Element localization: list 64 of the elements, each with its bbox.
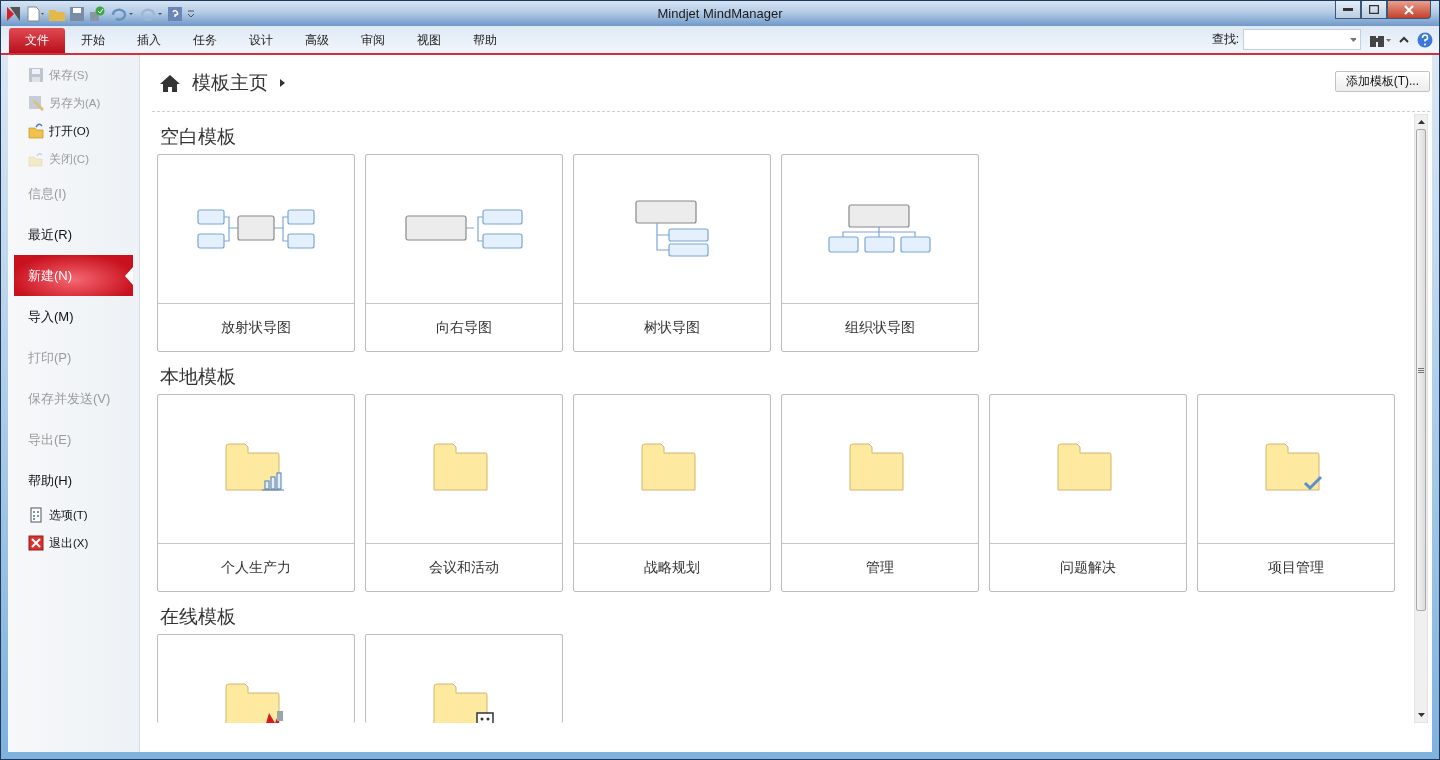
- ribbon-tab[interactable]: 插入: [121, 28, 177, 53]
- customize-caret-icon[interactable]: [187, 8, 195, 19]
- menu-command[interactable]: 打开(O): [8, 117, 139, 145]
- breadcrumb: 模板主页: [192, 71, 268, 95]
- close-icon: [28, 535, 44, 551]
- options-icon: [28, 507, 44, 523]
- menu-section[interactable]: 导入(M): [14, 296, 133, 337]
- minimize-icon: [1343, 7, 1353, 12]
- ribbon-tab[interactable]: 设计: [233, 28, 289, 53]
- template-card[interactable]: 向右导图: [365, 154, 563, 352]
- add-template-button[interactable]: 添加模板(T)...: [1334, 70, 1430, 92]
- folder-icon: [433, 683, 495, 723]
- ribbon-tab[interactable]: 任务: [177, 28, 233, 53]
- section-title: 在线模板: [159, 605, 237, 629]
- ribbon-tab[interactable]: 文件: [9, 28, 65, 53]
- ribbon-tab[interactable]: 审阅: [345, 28, 401, 53]
- search-label: 查找:: [1211, 31, 1239, 48]
- template-card[interactable]: 会议和活动: [365, 394, 563, 592]
- checkmark-icon[interactable]: [89, 5, 105, 22]
- section-title: 空白模板: [159, 125, 237, 149]
- section-title: 本地模板: [159, 365, 237, 389]
- scroll-thumb[interactable]: [1416, 129, 1426, 611]
- grip-icon: [1418, 367, 1424, 373]
- template-card[interactable]: 组织状导图: [781, 154, 979, 352]
- menu-command[interactable]: 选项(T): [8, 501, 139, 529]
- ribbon-tab[interactable]: 视图: [401, 28, 457, 53]
- folder-icon: [28, 123, 44, 139]
- scroll-down-icon[interactable]: [1417, 713, 1425, 717]
- template-card[interactable]: 问题解决: [989, 394, 1187, 592]
- dropdown-caret-icon[interactable]: [1349, 37, 1356, 42]
- scroll-up-icon[interactable]: [1417, 120, 1425, 124]
- caret-icon[interactable]: [280, 79, 285, 87]
- menu-section[interactable]: 最近(R): [14, 214, 133, 255]
- home-icon[interactable]: [160, 74, 180, 92]
- template-card[interactable]: 战略规划: [573, 394, 771, 592]
- save-as-icon: [28, 95, 44, 111]
- close-icon: [1404, 4, 1414, 15]
- help-icon[interactable]: [168, 6, 182, 21]
- maximize-button[interactable]: [1361, 1, 1387, 19]
- maximize-icon: [1369, 5, 1379, 14]
- scrollbar[interactable]: [1414, 114, 1428, 723]
- template-card[interactable]: 个人生产力: [157, 394, 355, 592]
- close-button[interactable]: [1387, 1, 1431, 19]
- template-card[interactable]: 管理: [781, 394, 979, 592]
- ribbon-tab[interactable]: 帮助: [457, 28, 513, 53]
- collapse-ribbon-icon[interactable]: [1399, 35, 1409, 44]
- template-card[interactable]: 树状导图: [573, 154, 771, 352]
- save-icon[interactable]: [70, 6, 84, 21]
- app-logo-icon: [7, 5, 21, 22]
- window-title: Mindjet MindManager: [656, 6, 784, 21]
- ribbon-tab[interactable]: 开始: [65, 28, 121, 53]
- menu-command[interactable]: 退出(X): [8, 529, 139, 557]
- folder-icon: [28, 151, 44, 167]
- save-icon: [28, 67, 44, 83]
- menu-section[interactable]: 新建(N): [14, 255, 133, 296]
- undo-icon[interactable]: [110, 6, 134, 21]
- template-card[interactable]: 项目管理: [1197, 394, 1395, 592]
- menu-section[interactable]: 帮助(H): [14, 460, 133, 501]
- minimize-button[interactable]: [1335, 1, 1361, 19]
- template-card[interactable]: 放射状导图: [157, 154, 355, 352]
- ribbon-tab[interactable]: 高级: [289, 28, 345, 53]
- help-icon[interactable]: [1417, 31, 1433, 48]
- search-field[interactable]: [1243, 29, 1361, 50]
- new-document-icon[interactable]: [26, 5, 44, 22]
